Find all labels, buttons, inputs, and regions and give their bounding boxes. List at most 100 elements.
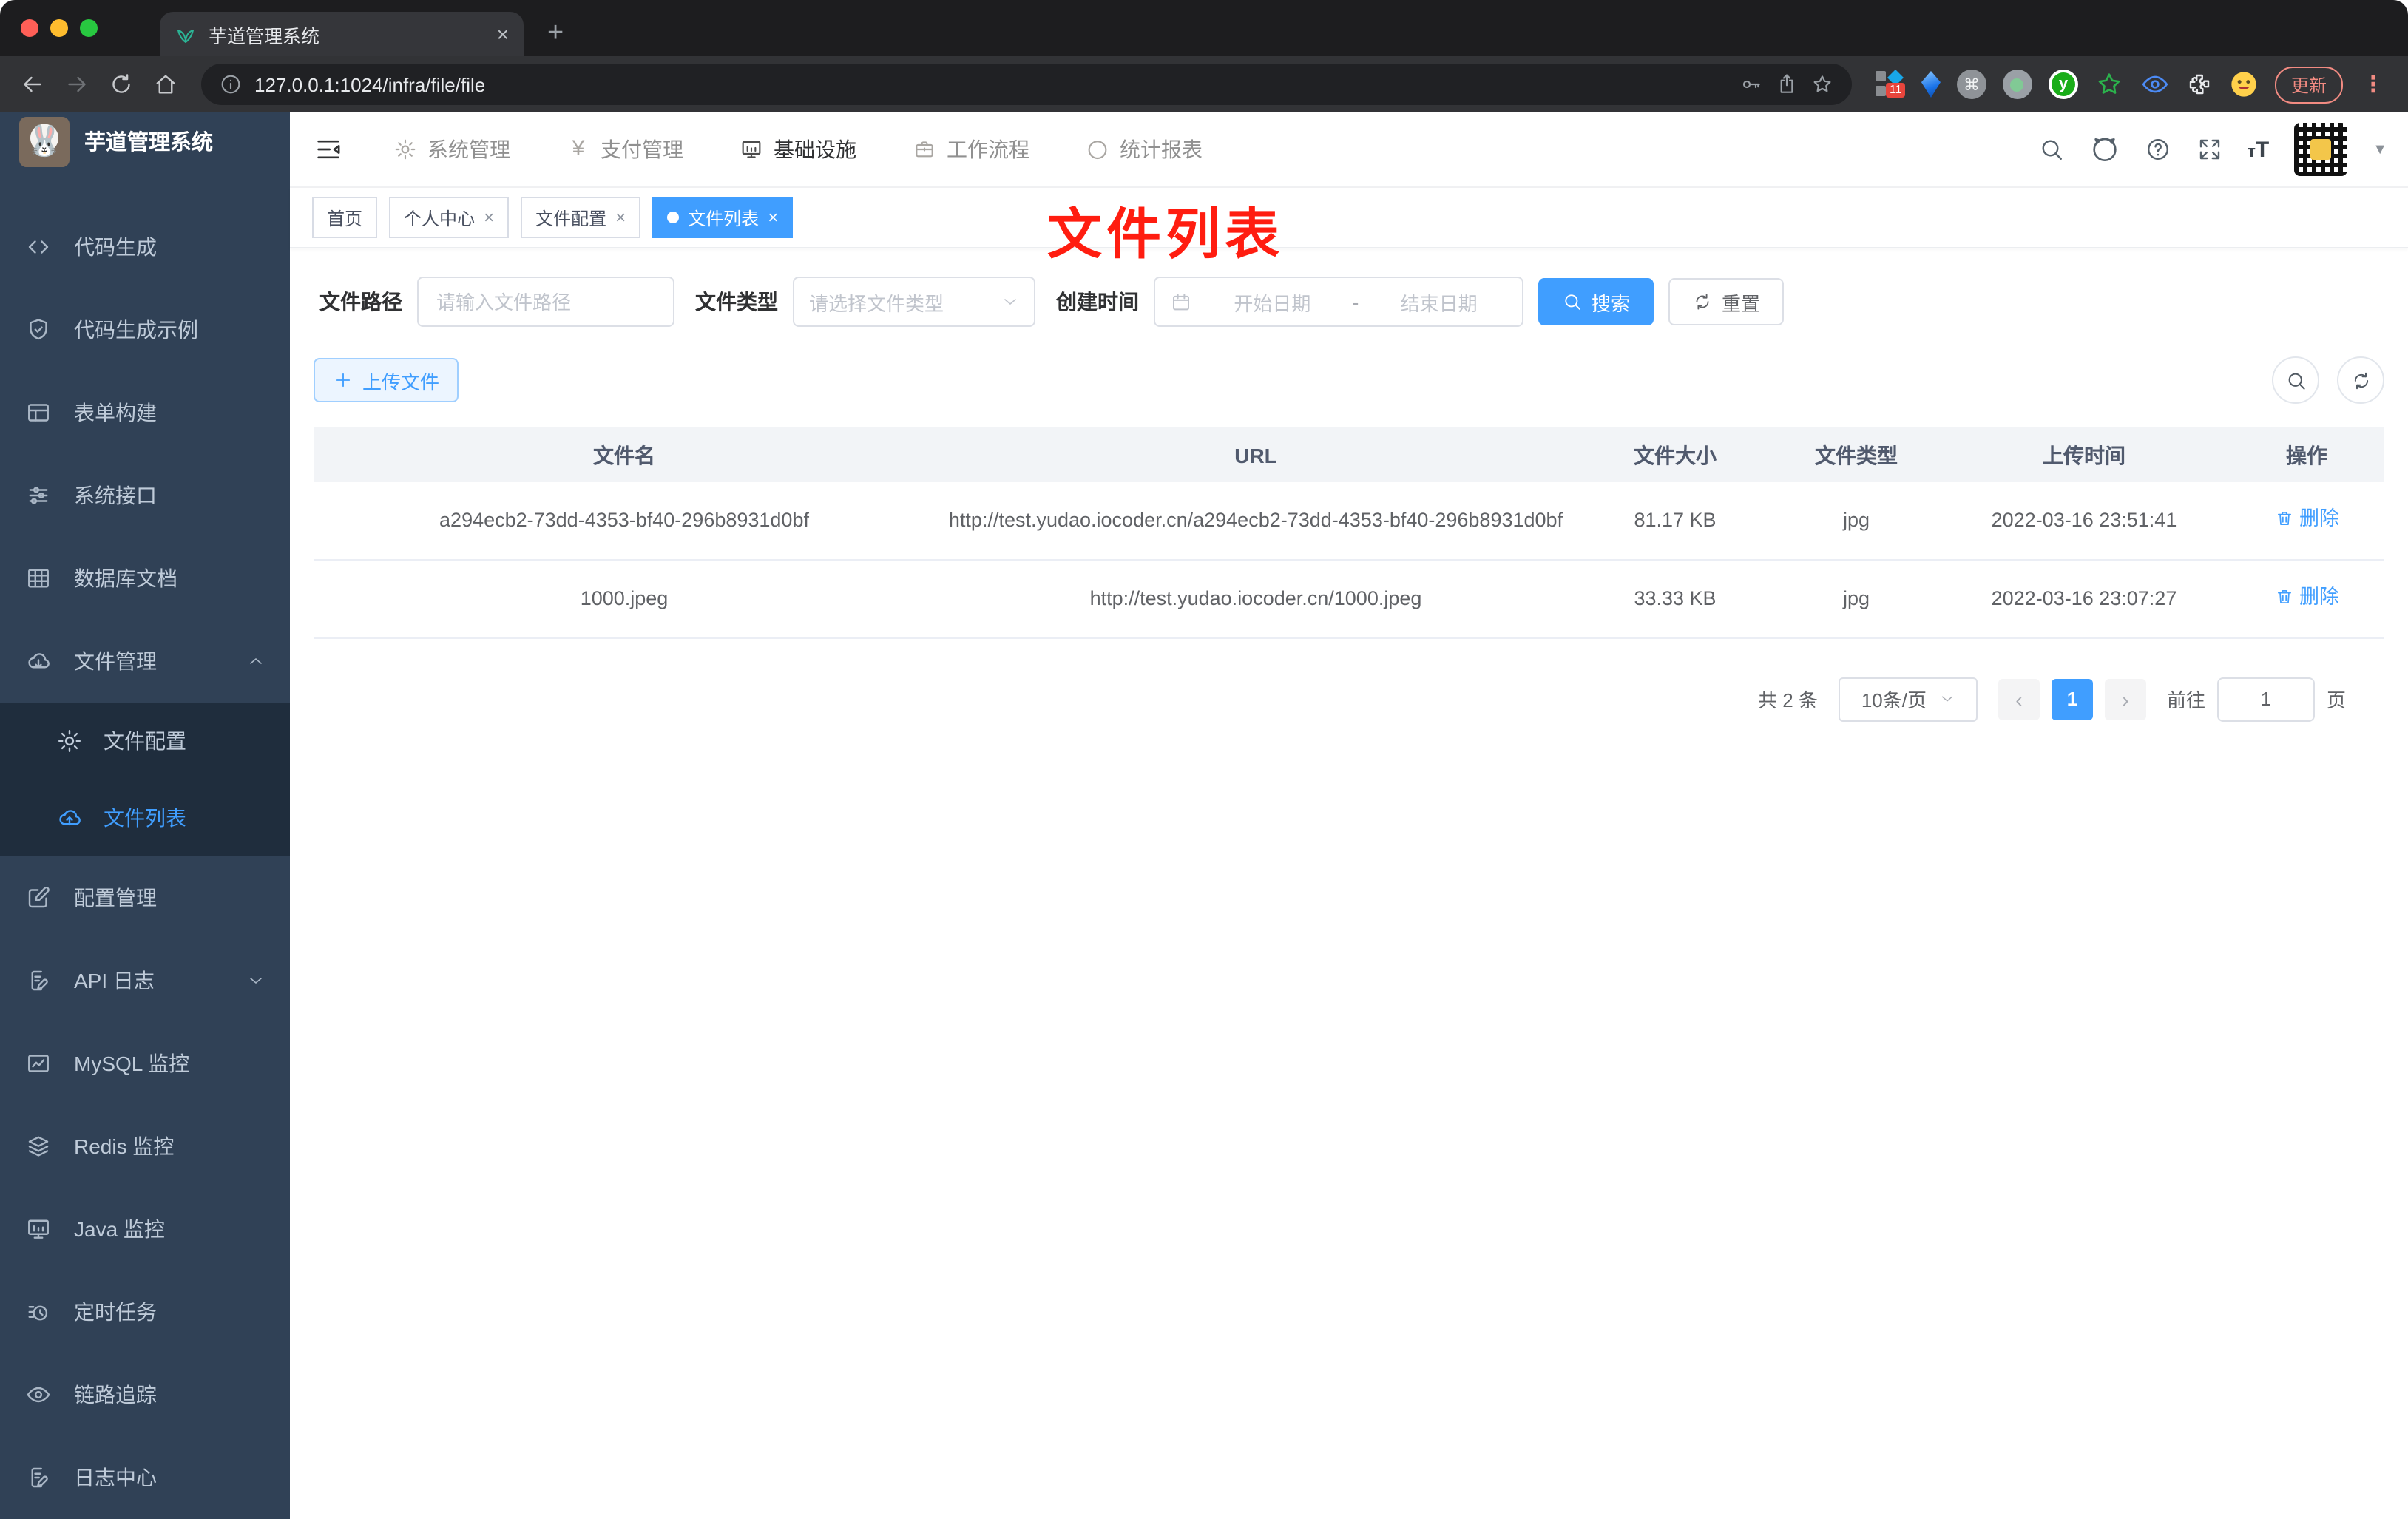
hamburger-icon[interactable] <box>290 135 364 164</box>
topnav-system[interactable]: 系统管理 <box>393 135 510 164</box>
page-content: 文件路径 文件类型 请选择文件类型 创建时间 开始日期 - 结束日期 <box>290 248 2408 722</box>
green-star-extension-icon[interactable] <box>2094 70 2124 99</box>
tag-profile[interactable]: 个人中心 × <box>389 197 510 238</box>
cell-size: 33.33 KB <box>1577 559 1773 639</box>
page-size-select[interactable]: 10条/页 <box>1838 677 1978 722</box>
info-icon[interactable] <box>219 72 243 96</box>
y-extension-icon[interactable]: y <box>2048 70 2078 99</box>
cell-url: http://test.yudao.iocoder.cn/a294ecb2-73… <box>935 482 1577 561</box>
forward-icon[interactable] <box>59 67 95 102</box>
sidebar-item-db-doc[interactable]: 数据库文档 <box>0 537 290 620</box>
url-text[interactable]: 127.0.0.1:1024/infra/file/file <box>254 73 485 95</box>
sidebar-item-tracing[interactable]: 链路追踪 <box>0 1353 290 1436</box>
topnav-reports[interactable]: 统计报表 <box>1086 135 1203 164</box>
layers-icon <box>25 1133 52 1160</box>
sidebar-item-system-api[interactable]: 系统接口 <box>0 454 290 537</box>
eye-extension-icon[interactable] <box>2140 70 2170 99</box>
recorder-extension-icon[interactable] <box>2002 70 2032 99</box>
share-icon[interactable] <box>1775 72 1799 96</box>
col-actions: 操作 <box>2229 427 2384 482</box>
search-icon[interactable] <box>2037 136 2064 163</box>
start-date-placeholder[interactable]: 开始日期 <box>1204 288 1341 316</box>
command-extension-icon[interactable]: ⌘ <box>1956 70 1986 99</box>
sidebar-item-form-builder[interactable]: 表单构建 <box>0 371 290 454</box>
fullscreen-icon[interactable] <box>2196 136 2222 163</box>
col-url: URL <box>935 427 1577 482</box>
sidebar-logo-row[interactable]: 🐰 芋道管理系统 <box>0 115 290 167</box>
puzzle-icon[interactable] <box>2186 71 2213 98</box>
tag-file-list[interactable]: 文件列表 × <box>652 197 794 238</box>
next-page-button[interactable]: › <box>2104 678 2146 720</box>
emoji-extension-icon[interactable] <box>2229 70 2259 99</box>
delete-button[interactable]: 删除 <box>2274 503 2339 535</box>
new-tab-button[interactable]: + <box>524 18 564 56</box>
browser-tab[interactable]: 芋道管理系统 × <box>160 12 524 56</box>
sidebar-item-code-demo[interactable]: 代码生成示例 <box>0 288 290 371</box>
chevron-down-icon[interactable]: ▼ <box>2373 141 2387 158</box>
close-icon[interactable]: × <box>615 207 626 228</box>
sidebar-item-file-management[interactable]: 文件管理 <box>0 620 290 703</box>
topnav-workflow[interactable]: 工作流程 <box>913 135 1029 164</box>
reset-button[interactable]: 重置 <box>1668 278 1785 325</box>
close-window-button[interactable] <box>21 19 38 37</box>
zoom-window-button[interactable] <box>80 19 98 37</box>
calendar-icon <box>1170 291 1192 313</box>
topnav-infrastructure[interactable]: 基础设施 <box>740 135 856 164</box>
browser-menu-icon[interactable]: ⋮ <box>2359 71 2387 98</box>
sidebar: 🐰 芋道管理系统 代码生成 代码生成示例 表单构建 系统接口 数据库文档 文件管… <box>0 112 290 1519</box>
font-size-icon[interactable]: тT <box>2248 137 2269 162</box>
sidebar-item-scheduled-tasks[interactable]: 定时任务 <box>0 1271 290 1353</box>
sidebar-item-config-management[interactable]: 配置管理 <box>0 856 290 939</box>
tag-file-config[interactable]: 文件配置 × <box>521 197 641 238</box>
table-row: 1000.jpeg http://test.yudao.iocoder.cn/1… <box>314 559 2384 639</box>
sidebar-item-file-list[interactable]: 文件列表 <box>0 779 290 856</box>
sidebar-item-api-log[interactable]: API 日志 <box>0 939 290 1022</box>
screen: 芋道管理系统 × + 127.0.0.1:1024/infra/file/fil… <box>0 0 2408 1519</box>
reload-icon[interactable] <box>104 67 139 102</box>
browser-update-button[interactable]: 更新 <box>2274 66 2343 103</box>
sidebar-item-code-gen[interactable]: 代码生成 <box>0 206 290 288</box>
star-icon[interactable] <box>1810 72 1834 96</box>
pagination: 共 2 条 10条/页 ‹ 1 › 前往 页 <box>314 677 2384 722</box>
gauge-icon <box>1086 138 1109 161</box>
prev-page-button[interactable]: ‹ <box>1998 678 2040 720</box>
minimize-window-button[interactable] <box>50 19 68 37</box>
goto-page-input[interactable] <box>2216 677 2315 722</box>
file-path-input[interactable] <box>417 277 674 327</box>
search-button[interactable]: 搜索 <box>1538 278 1654 325</box>
extension-badge-icon[interactable]: 11 <box>1875 70 1906 99</box>
tag-home[interactable]: 首页 <box>312 197 378 238</box>
file-management-submenu: 文件配置 文件列表 <box>0 703 290 856</box>
refresh-icon <box>2350 369 2372 391</box>
avatar[interactable] <box>2294 123 2348 176</box>
date-range-picker[interactable]: 开始日期 - 结束日期 <box>1154 277 1523 327</box>
topnav-payment[interactable]: ¥ 支付管理 <box>567 135 683 164</box>
page-1-button[interactable]: 1 <box>2051 678 2093 720</box>
refresh-table-button[interactable] <box>2337 356 2384 404</box>
sidebar-item-file-config[interactable]: 文件配置 <box>0 703 290 779</box>
close-icon[interactable]: × <box>768 207 778 228</box>
kite-extension-icon[interactable] <box>1921 71 1941 98</box>
sidebar-item-log-center[interactable]: 日志中心 <box>0 1436 290 1519</box>
tab-close-icon[interactable]: × <box>497 22 509 46</box>
github-icon[interactable] <box>2089 135 2119 164</box>
close-icon[interactable]: × <box>484 207 494 228</box>
show-search-button[interactable] <box>2272 356 2319 404</box>
sidebar-item-mysql-monitor[interactable]: MySQL 监控 <box>0 1022 290 1105</box>
back-icon[interactable] <box>15 67 50 102</box>
help-icon[interactable] <box>2144 136 2171 163</box>
home-icon[interactable] <box>148 67 183 102</box>
address-bar[interactable]: 127.0.0.1:1024/infra/file/file <box>201 64 1852 105</box>
delete-button[interactable]: 删除 <box>2274 581 2339 613</box>
cell-uploaded: 2022-03-16 23:07:27 <box>1939 559 2229 639</box>
table-toolbar: 上传文件 <box>314 356 2384 404</box>
upload-file-button[interactable]: 上传文件 <box>314 358 459 402</box>
file-type-select[interactable]: 请选择文件类型 <box>793 277 1035 327</box>
plus-icon <box>333 370 354 390</box>
sidebar-item-java-monitor[interactable]: Java 监控 <box>0 1188 290 1271</box>
key-icon[interactable] <box>1739 72 1763 96</box>
form-icon <box>25 399 52 426</box>
end-date-placeholder[interactable]: 结束日期 <box>1370 288 1507 316</box>
sidebar-item-redis-monitor[interactable]: Redis 监控 <box>0 1105 290 1188</box>
goto-page: 前往 页 <box>2167 677 2346 722</box>
